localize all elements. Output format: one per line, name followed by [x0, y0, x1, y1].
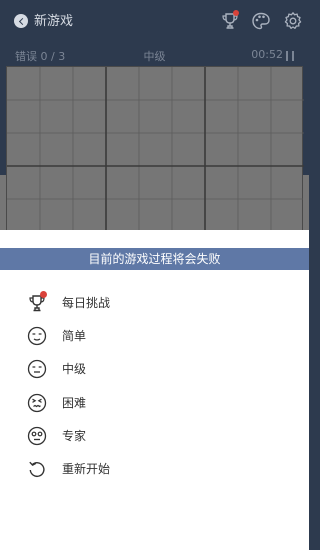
- menu-item-expert[interactable]: 专家: [0, 421, 309, 451]
- menu-label: 简单: [62, 329, 87, 343]
- face-hard-icon: [27, 393, 47, 413]
- top-bar: 新游戏: [0, 0, 309, 44]
- menu-label: 困难: [62, 396, 87, 410]
- palette-icon[interactable]: [251, 11, 271, 31]
- notification-dot: [233, 10, 239, 16]
- timer: 00:52: [251, 48, 283, 61]
- back-icon[interactable]: [14, 14, 28, 28]
- menu-label: 中级: [62, 362, 87, 376]
- notification-dot: [40, 291, 47, 298]
- menu-item-hard[interactable]: 困难: [0, 388, 309, 418]
- face-medium-icon: [27, 359, 47, 379]
- face-expert-icon: [27, 426, 47, 446]
- menu-label: 重新开始: [62, 462, 111, 476]
- board-grid: [7, 67, 304, 237]
- face-easy-icon: [27, 326, 47, 346]
- menu-label: 每日挑战: [62, 296, 111, 310]
- status-bar: 错误 0 / 3 中级 00:52: [0, 46, 309, 64]
- settings-icon[interactable]: [283, 11, 303, 31]
- board-edge-right: [303, 175, 309, 235]
- menu-item-restart[interactable]: 重新开始: [0, 454, 309, 484]
- menu-label: 专家: [62, 429, 87, 443]
- sudoku-board[interactable]: [6, 66, 304, 237]
- warning-banner: 目前的游戏过程将会失败: [0, 248, 309, 270]
- menu-item-daily-challenge[interactable]: 每日挑战: [0, 288, 309, 318]
- menu-item-easy[interactable]: 简单: [0, 321, 309, 351]
- menu-item-medium[interactable]: 中级: [0, 354, 309, 384]
- pause-icon[interactable]: [286, 51, 294, 61]
- game-screen: 新游戏 错误 0 / 3 中级 00:52: [0, 0, 309, 237]
- board-edge-left: [0, 175, 6, 235]
- restart-icon: [29, 461, 45, 478]
- page-title: 新游戏: [34, 14, 74, 29]
- new-game-sheet: 目前的游戏过程将会失败 每日挑战 简单 中级 困难 专家 重新开始: [0, 230, 309, 550]
